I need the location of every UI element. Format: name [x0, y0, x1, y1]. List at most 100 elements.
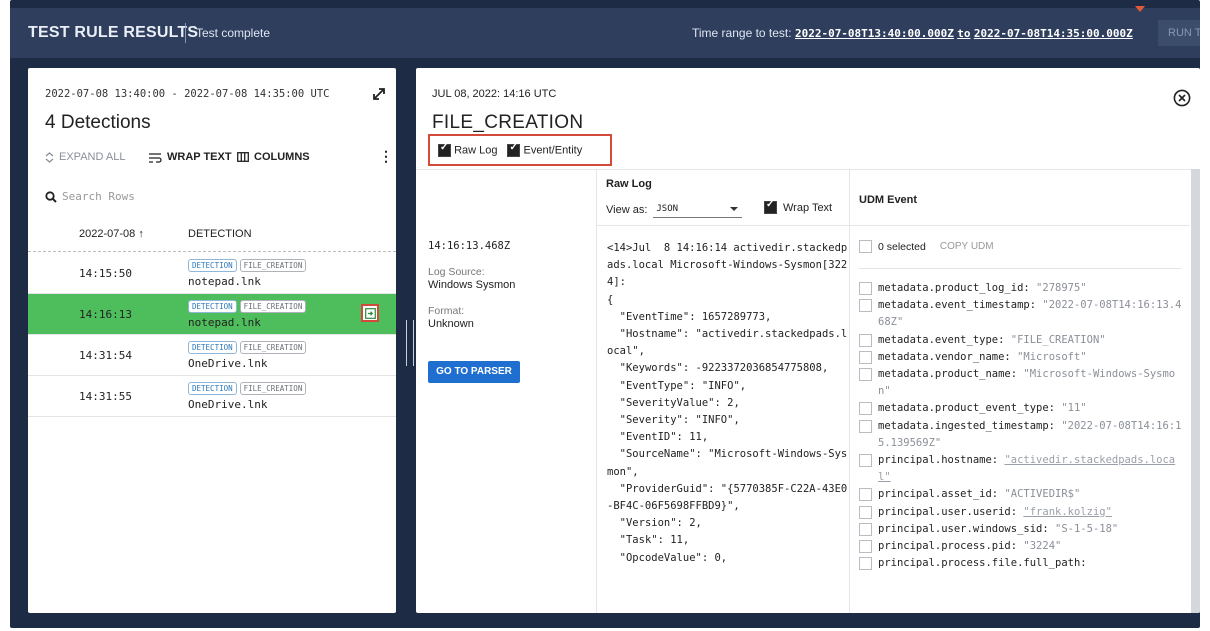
raw-log-toggle[interactable]: Raw Log: [438, 142, 497, 157]
udm-field-text: principal.asset_id: "ACTIVEDIR$": [878, 486, 1183, 503]
detection-tag: DETECTION: [188, 341, 237, 354]
expand-all-button[interactable]: EXPAND ALL: [45, 151, 125, 163]
table-row[interactable]: 14:31:54 DETECTION FILE_CREATION OneDriv…: [28, 335, 396, 376]
view-as-select[interactable]: JSON: [653, 201, 743, 218]
raw-log-title: Raw Log: [606, 178, 652, 190]
udm-field-text: principal.user.windows_sid: "S-1-5-18": [878, 521, 1183, 538]
udm-field-text: principal.process.file.full_path:: [878, 555, 1183, 572]
udm-field-key: metadata.event_type:: [878, 333, 1005, 346]
expand-icon[interactable]: [371, 86, 387, 102]
udm-field-checkbox[interactable]: [859, 368, 872, 382]
search-rows[interactable]: Search Rows: [45, 190, 135, 203]
event-type-tag: FILE_CREATION: [239, 382, 307, 395]
udm-field[interactable]: metadata.product_log_id: "278975": [859, 280, 1187, 297]
udm-field[interactable]: metadata.ingested_timestamp: "2022-07-08…: [859, 418, 1187, 452]
search-input[interactable]: Search Rows: [62, 190, 135, 203]
scrollbar[interactable]: [1191, 169, 1200, 613]
udm-field-key: principal.process.file.full_path:: [878, 557, 1087, 570]
table-row-selected[interactable]: 14:16:13 DETECTION FILE_CREATION notepad…: [28, 294, 396, 335]
row-file: OneDrive.lnk: [188, 398, 268, 411]
udm-field[interactable]: metadata.event_timestamp: "2022-07-08T14…: [859, 297, 1187, 331]
udm-field[interactable]: metadata.product_name: "Microsoft-Window…: [859, 366, 1187, 400]
wrap-text-label: WRAP TEXT: [167, 151, 232, 163]
column-divider: [596, 169, 597, 613]
row-file: OneDrive.lnk: [188, 357, 268, 370]
row-time: 14:16:13: [79, 308, 132, 321]
row-time: 14:31:54: [79, 349, 132, 362]
unfold-icon: [45, 151, 54, 163]
event-type-tag: FILE_CREATION: [239, 259, 307, 272]
udm-field-checkbox[interactable]: [859, 540, 872, 554]
expand-all-label: EXPAND ALL: [59, 151, 126, 163]
columns-button[interactable]: COLUMNS: [237, 151, 310, 163]
udm-field-text: principal.user.userid: "frank.kolzig": [878, 504, 1183, 521]
log-source-label: Log Source:: [428, 266, 485, 278]
time-range-start[interactable]: 2022-07-08T13:40:00.000Z: [795, 27, 954, 40]
table-row[interactable]: 14:15:50 DETECTION FILE_CREATION notepad…: [28, 253, 396, 294]
table-row[interactable]: 14:31:55 DETECTION FILE_CREATION OneDriv…: [28, 376, 396, 417]
select-all-checkbox[interactable]: [859, 240, 872, 253]
go-to-parser-button[interactable]: GO TO PARSER: [428, 361, 520, 383]
udm-field-key: principal.user.windows_sid:: [878, 522, 1049, 535]
columns-label: COLUMNS: [254, 151, 310, 163]
udm-field-checkbox[interactable]: [859, 299, 872, 313]
checkbox-checked-icon[interactable]: [438, 142, 451, 157]
time-range-label: Time range to test:: [692, 26, 792, 40]
udm-event-title: UDM Event: [859, 194, 918, 206]
udm-field-value: "11": [1061, 402, 1087, 415]
event-time: 14:16:13.468Z: [428, 240, 511, 252]
run-test-button[interactable]: RUN T: [1158, 20, 1200, 46]
udm-field-key: principal.user.userid:: [878, 505, 1018, 518]
wrap-text-button[interactable]: WRAP TEXT: [148, 151, 232, 163]
udm-field-checkbox[interactable]: [859, 522, 872, 536]
copy-udm-button[interactable]: COPY UDM: [940, 241, 994, 252]
more-options-icon[interactable]: ⋮: [379, 148, 393, 165]
udm-field-checkbox[interactable]: [859, 282, 872, 295]
close-icon[interactable]: [1173, 89, 1191, 107]
udm-field[interactable]: principal.user.userid: "frank.kolzig": [859, 504, 1187, 521]
column-header-date[interactable]: 2022-07-08 ↑: [79, 228, 144, 240]
header-bar: TEST RULE RESULTS Test complete Time ran…: [10, 6, 1200, 58]
event-entity-toggle[interactable]: Event/Entity: [507, 142, 583, 157]
udm-field[interactable]: principal.process.file.full_path:: [859, 555, 1187, 572]
udm-field-checkbox[interactable]: [859, 488, 872, 502]
udm-field-text: metadata.product_event_type: "11": [878, 400, 1183, 417]
header-divider-dashed: [28, 251, 396, 252]
udm-field-text: principal.process.pid: "3224": [878, 538, 1183, 555]
udm-field[interactable]: principal.user.windows_sid: "S-1-5-18": [859, 521, 1187, 538]
udm-field[interactable]: principal.asset_id: "ACTIVEDIR$": [859, 486, 1187, 503]
time-range-end[interactable]: 2022-07-08T14:35:00.000Z: [974, 27, 1133, 40]
raw-log-content: <14>Jul 8 14:16:14 activedir.stackedpads…: [607, 242, 848, 564]
raw-wrap-text-toggle[interactable]: Wrap Text: [764, 199, 832, 214]
search-icon: [45, 190, 57, 203]
udm-field[interactable]: principal.hostname: "activedir.stackedpa…: [859, 452, 1187, 486]
udm-field-checkbox[interactable]: [859, 454, 872, 468]
view-toggles: Raw Log Event/Entity: [428, 134, 612, 166]
udm-field-checkbox[interactable]: [859, 557, 872, 571]
udm-field-checkbox[interactable]: [859, 350, 872, 364]
row-file: notepad.lnk: [188, 275, 261, 288]
udm-field-checkbox[interactable]: [859, 333, 872, 347]
udm-field-list: metadata.product_log_id: "278975" metadat…: [859, 280, 1187, 572]
column-header-detection[interactable]: DETECTION: [188, 228, 252, 240]
open-event-button[interactable]: [361, 304, 379, 322]
udm-field-checkbox[interactable]: [859, 402, 872, 416]
udm-field[interactable]: metadata.vendor_name: "Microsoft": [859, 349, 1187, 366]
udm-field-checkbox[interactable]: [859, 505, 872, 519]
resize-handle[interactable]: [406, 320, 414, 366]
udm-field-key: principal.asset_id:: [878, 488, 999, 501]
udm-field[interactable]: metadata.event_type: "FILE_CREATION": [859, 332, 1187, 349]
row-file: notepad.lnk: [188, 316, 261, 329]
detections-count: 4 Detections: [45, 112, 151, 133]
udm-field-text: metadata.event_timestamp: "2022-07-08T14…: [878, 297, 1183, 331]
udm-field[interactable]: principal.process.pid: "3224": [859, 538, 1187, 555]
udm-field-link[interactable]: "frank.kolzig": [1023, 506, 1112, 518]
event-entity-toggle-label: Event/Entity: [523, 143, 583, 156]
checkbox-checked-icon[interactable]: [507, 142, 521, 157]
udm-field[interactable]: metadata.product_event_type: "11": [859, 400, 1187, 417]
checkbox-checked-icon[interactable]: [764, 199, 777, 214]
time-range: Time range to test: 2022-07-08T13:40:00.…: [692, 26, 1133, 40]
udm-field-checkbox[interactable]: [859, 419, 872, 433]
view-as-label: View as:: [606, 203, 648, 216]
event-type-tag: FILE_CREATION: [239, 341, 307, 354]
